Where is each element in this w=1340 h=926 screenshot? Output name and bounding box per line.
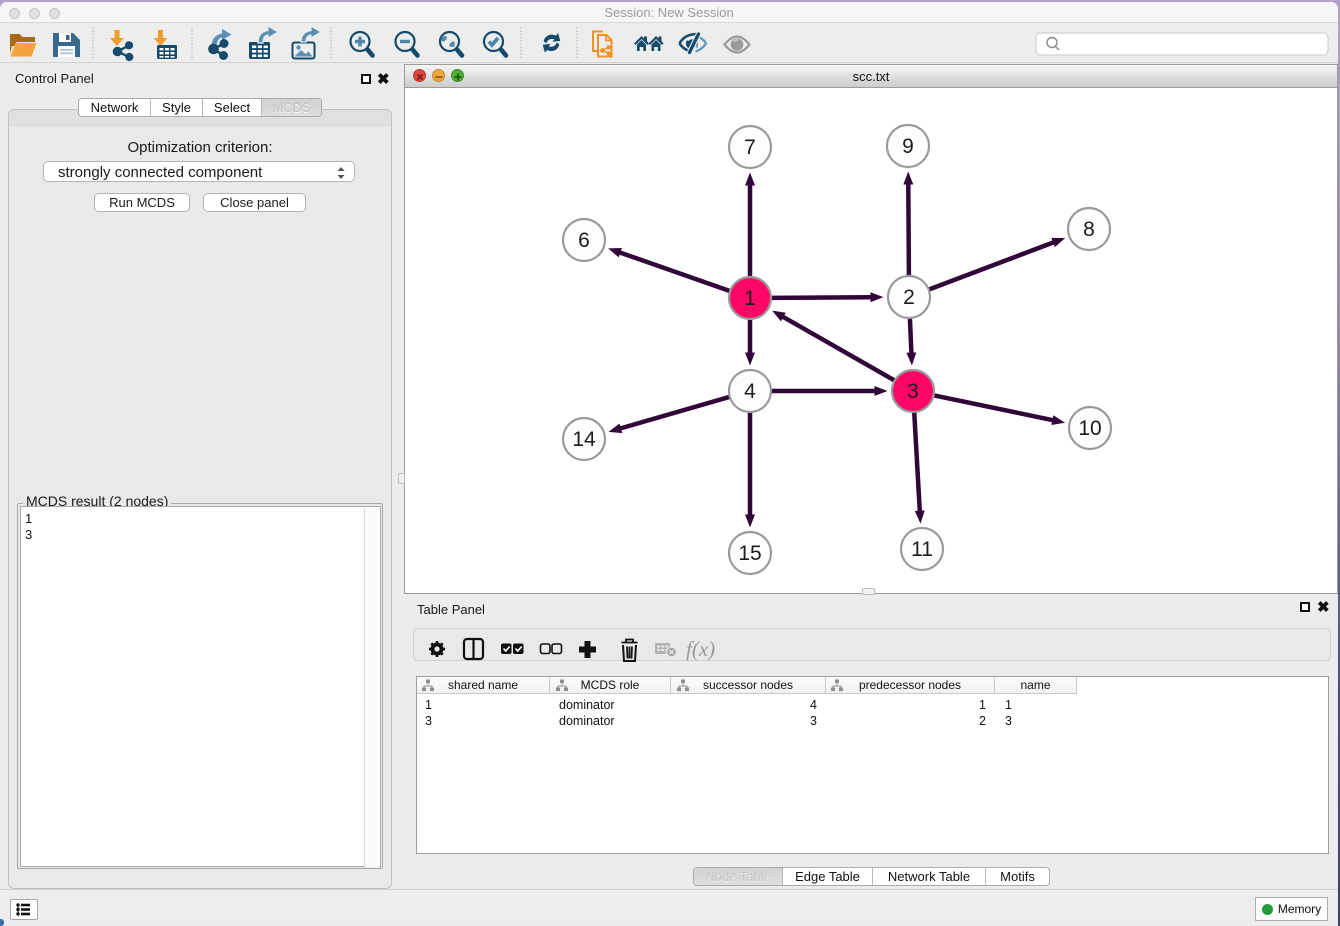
- svg-text:11: 11: [911, 538, 933, 561]
- svg-text:f(x): f(x): [686, 637, 715, 661]
- svg-text:4: 4: [744, 380, 756, 403]
- svg-text:15: 15: [738, 542, 761, 565]
- svg-text:9: 9: [902, 135, 914, 158]
- svg-text:14: 14: [572, 428, 596, 451]
- svg-text:7: 7: [744, 136, 756, 159]
- svg-text:3: 3: [907, 380, 919, 403]
- svg-text:1: 1: [744, 287, 756, 310]
- svg-text:8: 8: [1083, 218, 1095, 241]
- svg-text:2: 2: [903, 286, 915, 309]
- svg-text:10: 10: [1078, 417, 1101, 440]
- svg-text:6: 6: [578, 229, 590, 252]
